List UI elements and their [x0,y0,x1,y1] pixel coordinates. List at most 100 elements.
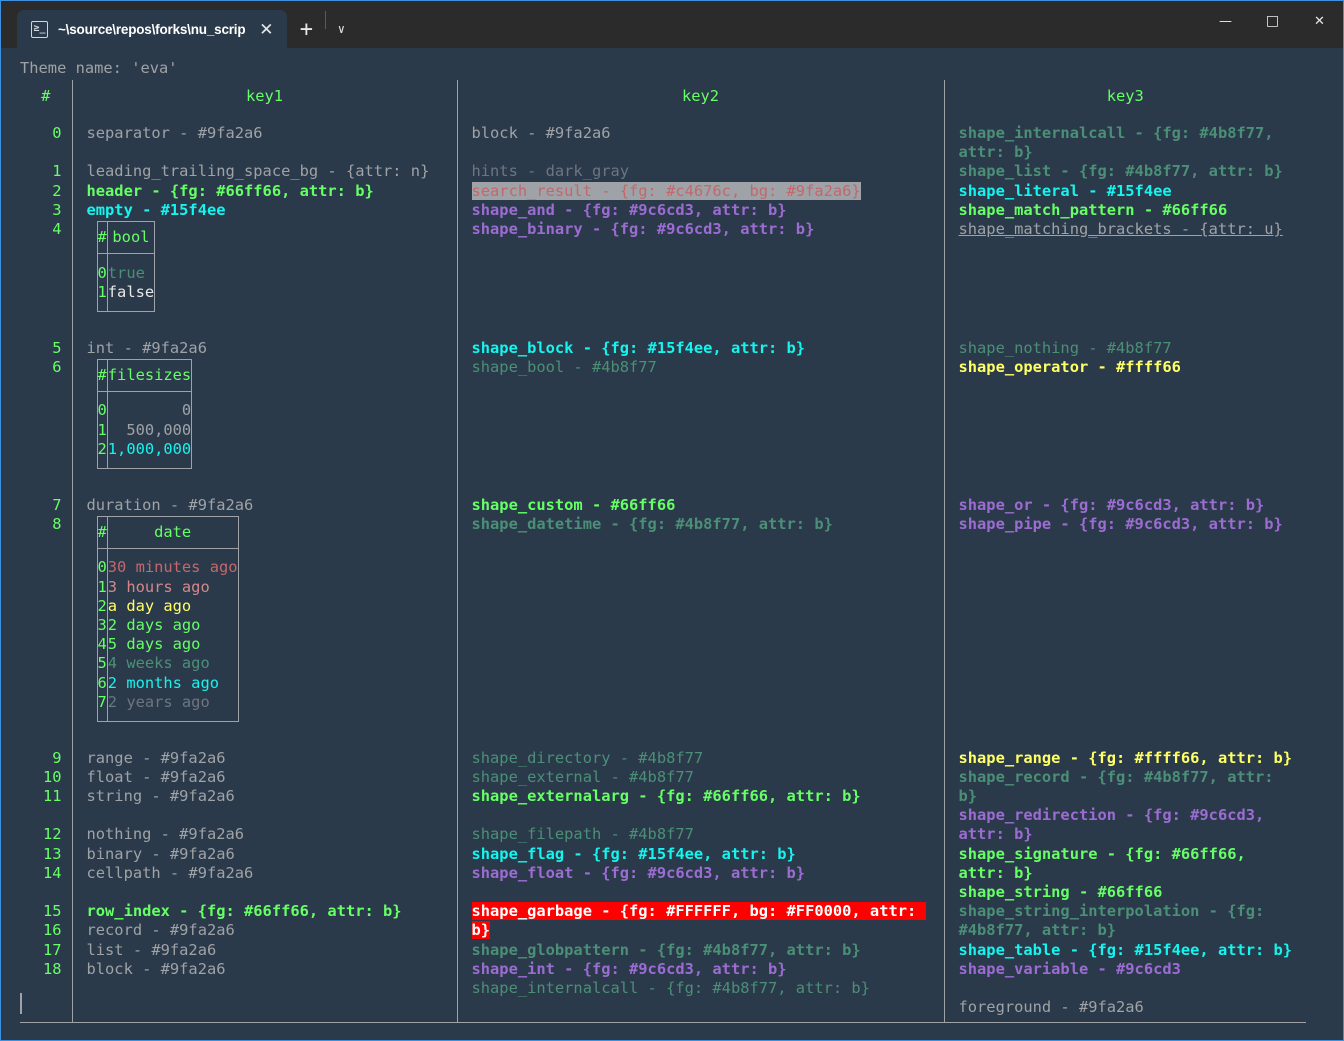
nested-table-row: 13 hours ago [97,577,239,597]
theme-entry: shape_filepath - #4b8f77 [472,825,934,844]
row-index-cell: 78 [20,496,72,730]
row-index: 2 [52,181,62,200]
theme-entry: int - #9fa2a6 [87,339,447,358]
row-index: 7 [97,692,107,711]
cell-key2: shape_custom - #66ff66 shape_datetime - {… [456,495,944,730]
nested-table-row: 2 1,000,000 [97,439,192,459]
theme-entry: shape_match_pattern - #66ff66 [959,201,1297,220]
nested-table-row: 1 500,000 [97,420,192,440]
theme-entry-text: block - #9fa2a6 [471,124,611,142]
theme-entry-text: shape_range - {fg: #ffff66, attr: b} [958,748,1293,767]
theme-entry-text: shape_custom - #66ff66 [471,495,676,514]
theme-entry: nothing - #9fa2a6 [87,825,447,844]
nested-table-row: 00 [97,401,192,421]
cell-key1: duration - #9fa2a6 # date 0 30 minutes ago 1 3… [71,495,457,730]
column-header-key1[interactable]: key1 [71,80,457,113]
row-index: 18 [42,959,62,978]
theme-entry: shape_record - {fg: #4b8f77, attr: b} [959,768,1297,806]
column-header-index[interactable]: # [20,80,72,113]
row-index: 0 [97,558,107,577]
nested-spacer-row [97,391,192,402]
theme-entry-text: binary - #9fa2a6 [86,844,235,863]
theme-entry-text: shape_int - {fg: #9c6cd3, attr: b} [471,959,787,978]
theme-entry-text: shape_string - #66ff66 [958,883,1163,902]
nested-spacer-row [97,301,155,312]
theme-entry: shape_custom - #66ff66 [472,496,934,515]
row-index: 7 [52,495,62,514]
theme-entry: hints - dark_gray [472,162,934,181]
terminal-window: ≥_ ~\source\repos\forks\nu_scrip ✕ + ∨ —… [0,0,1344,1041]
nested-table-row: 32 days ago [97,615,239,636]
row-index: 1 [97,420,107,439]
row-index: 4 [97,635,107,654]
theme-entry-text: shape_block - {fg: #15f4ee, attr: b} [471,338,806,357]
theme-entry-text: list - #9fa2a6 [86,940,217,959]
theme-entry-text: duration - #9fa2a6 [86,495,254,514]
tab-active[interactable]: ≥_ ~\source\repos\forks\nu_scrip ✕ [17,10,288,48]
theme-entry-text: shape_externalarg - {fg: #66ff66, attr: … [471,787,861,806]
nested-table-row: 0 true [97,263,155,283]
minimize-icon[interactable]: — [1202,1,1249,41]
theme-entry-text: foreground - #9fa2a6 [958,998,1144,1017]
table-row[interactable]: 5 6 int - #9fa2a6 # filesizes 0 0 1 500,000 2 1,00… [20,338,1306,477]
theme-name-line: Theme name: 'eva' [20,59,178,77]
theme-entry: string - #9fa2a6 [87,787,447,806]
nested-table-row: 54 weeks ago [97,654,239,674]
row-index: 0 [97,401,107,420]
nested-table: # filesizes 0 0 1 500,000 2 1,000,000 [96,358,193,470]
theme-entry: shape_internalcall - {fg: #4b8f77, attr:… [959,124,1297,162]
cell-key2: shape_directory - #4b8f77 shape_external … [456,748,944,1018]
theme-entry-text: shape_operator - #ffff66 [958,357,1181,376]
row-index: 4 [52,220,62,239]
close-icon[interactable]: ✕ [255,21,277,38]
theme-entry-text: shape_redirection - {fg: #9c6cd3, attr: … [958,806,1274,844]
theme-entry-text: separator - #9fa2a6 [86,124,263,142]
table-row[interactable]: 9 10 11 12 13 14 15 16 17 18 range - #9fa2a6 floa… [20,748,1306,1018]
nested-column-header: # [97,522,107,541]
table-row[interactable]: 0 1 2 3 4 separator - #9fa2a6 leading_traili… [20,124,1306,320]
theme-entry-text: shape_signature - {fg: #66ff66, attr: b} [958,844,1256,882]
close-window-icon[interactable]: ✕ [1296,1,1343,41]
column-header-key3[interactable]: key3 [943,80,1306,113]
cell-value: 2 days ago [106,615,239,636]
nested-spacer-row [97,711,239,722]
theme-entry: duration - #9fa2a6 [87,496,447,515]
row-index: 9 [52,748,62,767]
cell-key1: range - #9fa2a6 float - #9fa2a6 string - #… [71,748,457,1018]
theme-entry: shape_operator - #ffff66 [959,358,1297,377]
row-index: 5 [52,338,62,357]
theme-entry: shape_datetime - {fg: #4b8f77, attr: b} [472,515,934,534]
theme-entry: row_index - {fg: #66ff66, attr: b} [87,902,447,921]
nested-column-header: # [97,365,107,384]
theme-entry: shape_or - {fg: #9c6cd3, attr: b} [959,496,1297,515]
theme-entry-text: shape_record - {fg: #4b8f77, attr: b} [958,767,1283,806]
theme-entry: shape_flag - {fg: #15f4ee, attr: b} [472,845,934,864]
title-bar: ≥_ ~\source\repos\forks\nu_scrip ✕ + ∨ —… [1,1,1343,48]
nested-column-header: date [106,516,239,549]
table-row[interactable]: 7 8 duration - #9fa2a6 # date 0 30 minutes ago… [20,495,1306,730]
cell-value: a day ago [106,596,239,616]
new-tab-icon[interactable]: + [287,10,325,48]
row-index: 0 [97,263,107,282]
outer-table: # key1 key2 key3 0 1 2 3 4 separator - #9fa2a6 l… [20,80,1306,1023]
theme-entry: shape_and - {fg: #9c6cd3, attr: b} [472,201,934,220]
nested-column-header: filesizes [106,359,192,392]
nested-header-row: # bool [97,221,155,254]
terminal-content[interactable]: Theme name: 'eva' # key1 key2 key3 0 1 2 3 4 sep… [1,48,1343,1040]
theme-entry-text: empty - #15f4ee [86,200,226,219]
column-header-key2[interactable]: key2 [456,80,944,113]
row-index: 1 [52,162,62,181]
theme-entry: block - #9fa2a6 [472,124,934,143]
theme-entry: shape_table - {fg: #15f4ee, attr: b} [959,941,1297,960]
row-index-cell: 9 10 11 12 13 14 15 16 17 18 [20,749,72,1018]
chevron-down-icon[interactable]: ∨ [326,10,356,48]
theme-entry: shape_block - {fg: #15f4ee, attr: b} [472,339,934,358]
nested-column-header: bool [106,221,155,254]
theme-entry-text: leading_trailing_space_bg - {attr: n} [86,162,430,181]
theme-entry: shape_bool - #4b8f77 [472,358,934,377]
maximize-icon[interactable]: □ [1249,1,1296,41]
